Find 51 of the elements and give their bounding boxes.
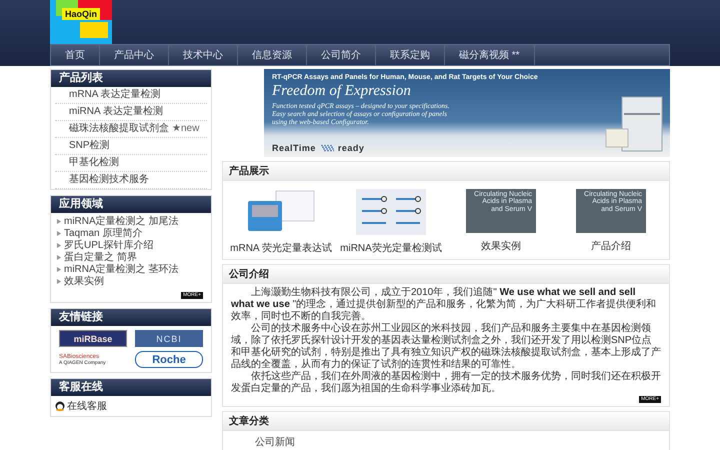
product-link[interactable]: 产品介绍 <box>591 239 631 253</box>
partner-logo-link[interactable]: NCBI <box>135 330 203 347</box>
diagram-drawing <box>356 189 426 235</box>
nav-link[interactable]: 磁分离视频 ** <box>445 45 535 65</box>
intro-paragraph: 公司的技术服务中心设在苏州工业园区的米科技园，我们产品和服务主要集中在基因检测领域，除了依托罗氏探针设计开发的基因表达量检测试剂盒之外，我们还开发了用以检测SNP位点和甲基化研究的试剂，特别是推出了具有独立知识产权的磁珠法核酸提取试剂盒，基本上形成了产品线的全覆盖，从而有力的保证了试剂的连贯性和结果的可靠性。 <box>230 323 662 370</box>
nav-link[interactable]: 产品中心 <box>100 45 169 65</box>
panel-title: 文章分类 <box>223 412 669 431</box>
arrow-icon <box>57 267 61 272</box>
product-link[interactable]: mRNA 表达定量检测 <box>55 87 207 104</box>
product-link[interactable]: 基因检测技术服务 <box>55 172 207 189</box>
intro-paragraph: 依托这些产品，我们在外周液的基因检测中，拥有一定的技术服务优势，同时我们还在积极开发蛋白定量的产品，我们愿为祖国的生命科学事业添砖加瓦。 <box>230 371 662 395</box>
panel-title: 产品展示 <box>223 162 669 181</box>
product-link[interactable]: 磁珠法核酸提取试剂盒 ★new <box>55 121 207 138</box>
nav-link[interactable]: 技术中心 <box>169 45 238 65</box>
nav-link[interactable]: 联系定购 <box>376 45 445 65</box>
article-link[interactable]: Taqman 原理简介 <box>51 228 211 240</box>
article-link[interactable]: miRNA定量检测之 加尾法 <box>51 216 211 228</box>
dots-icon <box>320 144 334 152</box>
partner-logo-link[interactable]: miRBase <box>59 330 127 347</box>
brand-text: RealTime <box>272 143 316 153</box>
logo[interactable]: HaoQin <box>50 0 112 44</box>
category-link[interactable]: 公司新闻 <box>243 431 649 450</box>
nav-link[interactable]: 首页 <box>51 45 100 65</box>
article-link[interactable]: 效果实例 <box>51 276 211 288</box>
nav-link[interactable]: 公司简介 <box>307 45 376 65</box>
panel-title: 公司介绍 <box>223 265 669 284</box>
product-link[interactable]: 效果实例 <box>481 239 521 253</box>
arrow-icon <box>57 255 61 260</box>
partner-logo-link[interactable]: Roche <box>135 351 203 368</box>
banner-title: Freedom of Expression <box>272 83 412 100</box>
article-link[interactable]: 罗氏UPL探针库介绍 <box>51 240 211 252</box>
nav-link[interactable]: 信息资源 <box>238 45 307 65</box>
intro-paragraph: 上海灏勤生物科技有限公司，成立于2010年，我们追随" We use what we sell and sell what we use "的理念，通过提供创新型的产品和服务，化繁为简，为广大科研工作者提供便利和效率，同时也不断的自我完善。 <box>230 287 658 322</box>
product-link[interactable]: miRNA荧光定量检测试 <box>340 241 442 255</box>
article-link[interactable]: miRNA定量检测之 茎环法 <box>51 264 211 276</box>
panel-title: 客服在线 <box>51 379 211 396</box>
chat-link[interactable]: 在线客服 <box>51 396 211 416</box>
product-link[interactable]: miRNA 表达定量检测 <box>55 104 207 121</box>
arrow-icon <box>57 219 61 224</box>
arrow-icon <box>57 231 61 236</box>
ad-banner[interactable] <box>264 69 670 157</box>
product-link[interactable]: 甲基化检测 <box>55 155 207 172</box>
panel-title: 应用领域 <box>51 196 211 213</box>
panel-title: 友情链接 <box>51 309 211 326</box>
product-link[interactable]: SNP检测 <box>55 138 207 155</box>
panel-title: 产品列表 <box>51 70 211 87</box>
article-link[interactable]: 蛋白定量之 简界 <box>51 252 211 264</box>
brand-text: ready <box>338 143 364 153</box>
arrow-icon <box>57 243 61 248</box>
product-link[interactable]: mRNA 荧光定量表达试 <box>230 241 332 255</box>
arrow-icon <box>57 279 61 284</box>
